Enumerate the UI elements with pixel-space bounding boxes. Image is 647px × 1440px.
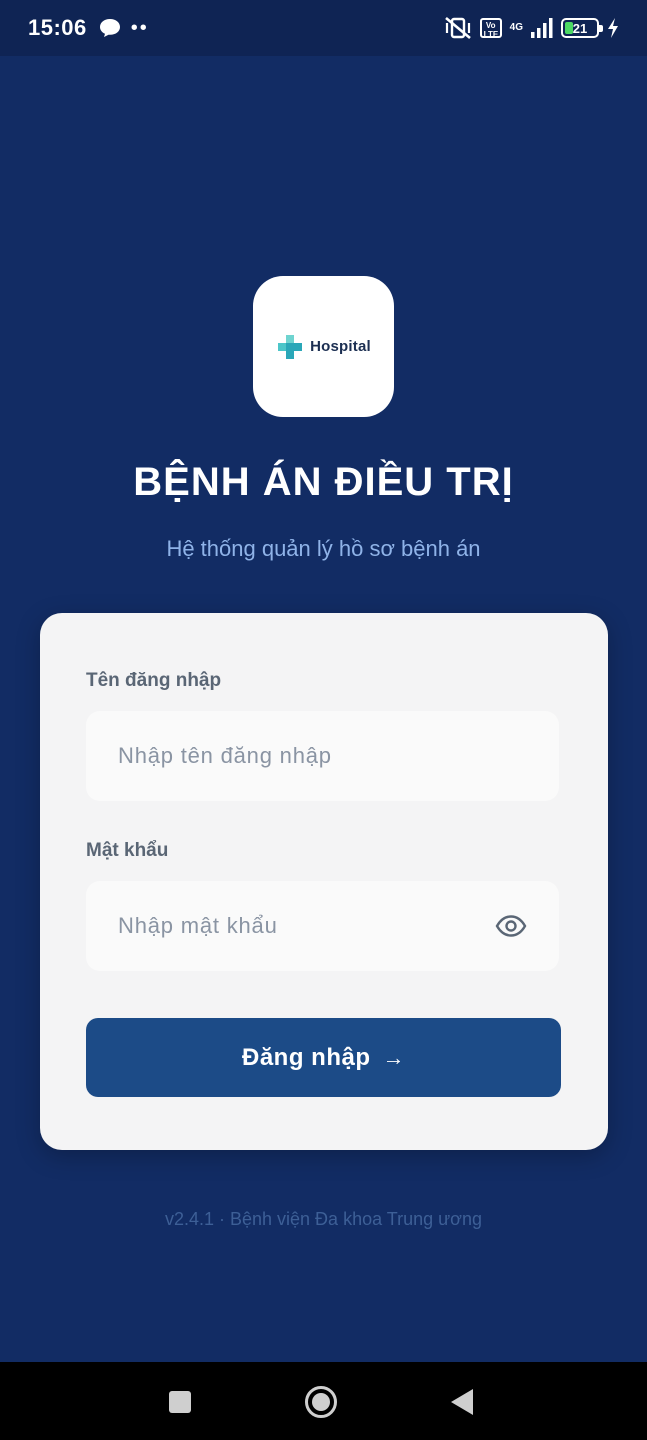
hospital-logo: Hospital (253, 276, 394, 417)
status-bar: 15:06 •• Vo LTE 4G 21 (0, 0, 647, 56)
login-screen: 15:06 •• Vo LTE 4G 21 Hospital BỆNH ÁN Đ… (0, 0, 647, 1440)
triangle-back-icon (451, 1389, 473, 1415)
circle-home-icon (305, 1386, 337, 1418)
logo-text: Hospital (310, 338, 371, 355)
username-label: Tên đăng nhập (86, 670, 222, 691)
password-field-wrapper (86, 881, 559, 971)
status-time: 15:06 (28, 15, 87, 40)
app-subtitle: Hệ thống quản lý hồ sơ bệnh án (166, 536, 481, 561)
battery-icon: 21 (561, 18, 603, 38)
app-title: BỆNH ÁN ĐIỀU TRỊ (133, 460, 514, 504)
password-label: Mật khẩu (86, 840, 169, 861)
volte-icon: Vo LTE (479, 18, 502, 39)
battery-tip (599, 25, 603, 32)
back-button[interactable] (444, 1384, 480, 1420)
chat-bubble-icon (99, 19, 120, 37)
login-card: Tên đăng nhập Mật khẩu Đăng nhập → (40, 613, 608, 1150)
username-field-wrapper (86, 711, 559, 801)
system-nav-bar (0, 1362, 647, 1440)
password-input[interactable] (118, 913, 495, 939)
signal-icon (531, 18, 553, 38)
medical-cross-icon (278, 334, 303, 359)
login-button[interactable]: Đăng nhập → (86, 1018, 561, 1097)
square-icon (169, 1391, 191, 1413)
battery-percent: 21 (572, 20, 588, 36)
network-type: 4G (509, 22, 523, 33)
login-button-label: Đăng nhập (242, 1043, 371, 1071)
arrow-right-icon: → (382, 1044, 405, 1070)
notification-dots: •• (130, 17, 149, 39)
status-indicators: Vo LTE 4G 21 (444, 16, 619, 40)
network-indicator: 4G (510, 23, 523, 33)
charging-bolt-icon (608, 18, 618, 38)
version-footer: v2.4.1 · Bệnh viện Đa khoa Trung ương (164, 1209, 483, 1229)
vibrate-off-icon (444, 17, 471, 39)
username-input[interactable] (118, 743, 527, 769)
show-password-eye-icon[interactable] (495, 915, 527, 937)
home-button[interactable] (303, 1384, 339, 1420)
recent-apps-button[interactable] (162, 1384, 198, 1420)
